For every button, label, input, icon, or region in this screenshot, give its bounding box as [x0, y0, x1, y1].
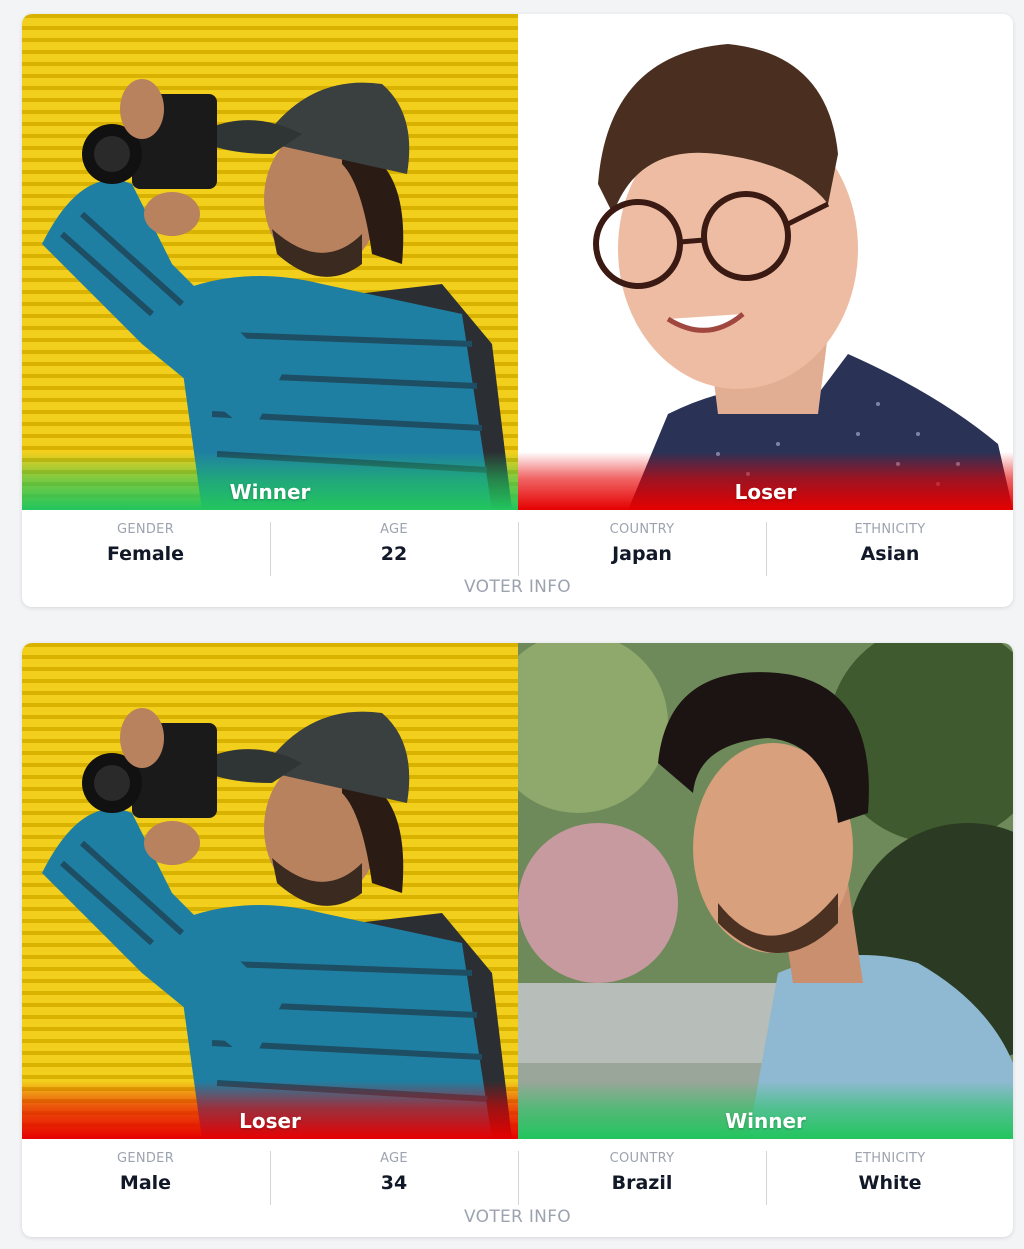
result-label-left: Winner	[229, 480, 311, 504]
stat-ethnicity: ETHNICITY Asian	[766, 522, 1013, 576]
voter-info-label: VOTER INFO	[464, 1207, 571, 1227]
stat-label: AGE	[380, 522, 408, 537]
stat-value: Japan	[612, 543, 672, 565]
result-label-right: Loser	[734, 480, 797, 504]
stat-value: 22	[380, 543, 408, 565]
voter-stats: GENDER Male AGE 34 COUNTRY Brazil ETHNIC…	[22, 1139, 1013, 1205]
stat-label: AGE	[380, 1151, 408, 1166]
result-label-left: Loser	[239, 1109, 301, 1133]
candidate-left[interactable]: Winner	[22, 14, 518, 510]
stat-ethnicity: ETHNICITY White	[766, 1151, 1013, 1205]
man-glasses-portrait-photo	[518, 14, 1013, 510]
voter-stats: GENDER Female AGE 22 COUNTRY Japan ETHNI…	[22, 510, 1013, 576]
comparison-card: Loser Winner GENDER Male AGE 34 COUNTRY …	[22, 643, 1013, 1237]
stat-label: ETHNICITY	[854, 1151, 926, 1166]
stat-gender: GENDER Female	[22, 522, 269, 576]
result-label-right: Winner	[725, 1109, 806, 1133]
stat-age: AGE 22	[270, 522, 517, 576]
stat-value: 34	[380, 1172, 408, 1194]
stat-value: Female	[106, 543, 185, 565]
stat-value: Asian	[860, 543, 920, 565]
voter-info-label: VOTER INFO	[464, 577, 571, 597]
stat-value: White	[858, 1172, 922, 1194]
photographer-yellow-wall-photo	[22, 643, 518, 1139]
stat-label: ETHNICITY	[854, 522, 926, 537]
stat-label: COUNTRY	[609, 522, 675, 537]
stat-label: GENDER	[116, 522, 175, 537]
stat-label: GENDER	[116, 1151, 175, 1166]
candidate-left[interactable]: Loser	[22, 643, 518, 1139]
candidate-right[interactable]: Winner	[518, 643, 1013, 1139]
stat-value: Male	[119, 1172, 172, 1194]
photographer-yellow-wall-photo	[22, 14, 518, 510]
stat-label: COUNTRY	[609, 1151, 675, 1166]
comparison-card: Winner Loser GENDER Female AGE 22 COUNTR…	[22, 14, 1013, 607]
stat-country: COUNTRY Brazil	[518, 1151, 765, 1205]
stat-country: COUNTRY Japan	[518, 522, 765, 576]
stat-age: AGE 34	[270, 1151, 517, 1205]
photo-pair: Loser Winner	[22, 643, 1013, 1139]
stat-gender: GENDER Male	[22, 1151, 269, 1205]
man-outdoor-portrait-photo	[518, 643, 1013, 1139]
stat-value: Brazil	[611, 1172, 673, 1194]
photo-pair: Winner Loser	[22, 14, 1013, 510]
candidate-right[interactable]: Loser	[518, 14, 1013, 510]
